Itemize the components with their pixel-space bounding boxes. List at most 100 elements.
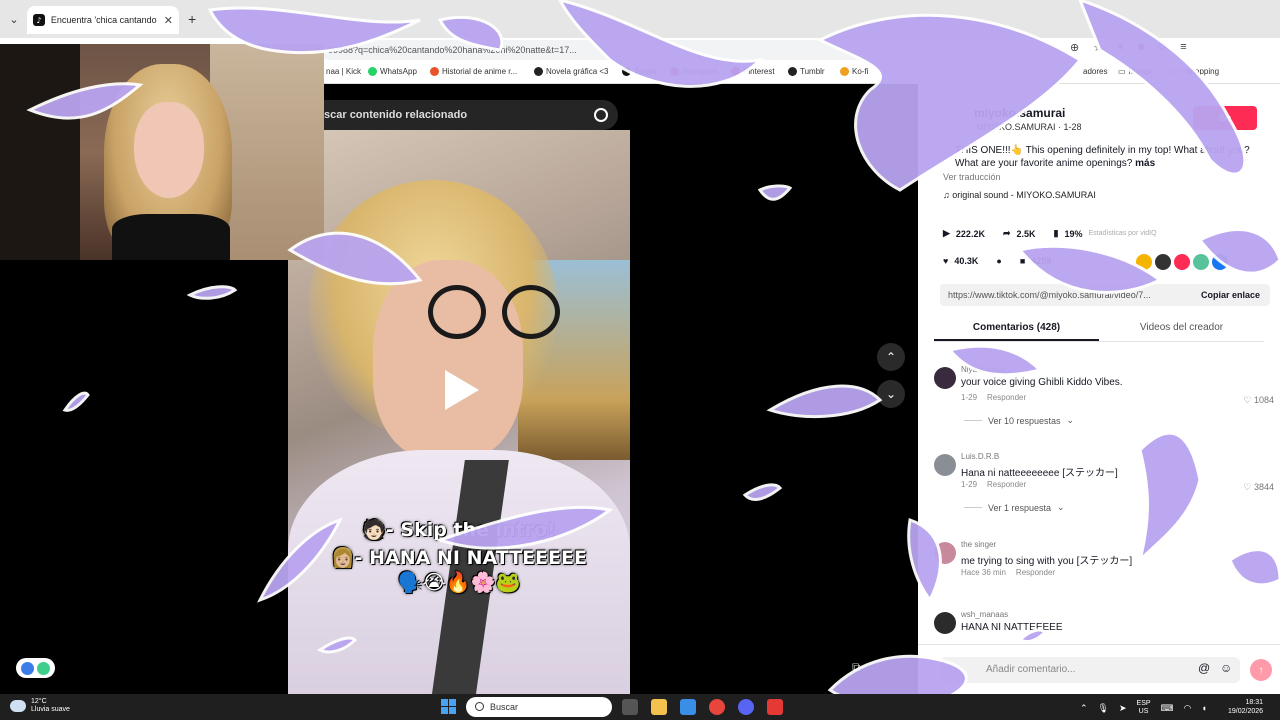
comment-likes[interactable]: ♡ 3844 (1243, 482, 1274, 493)
report-icon[interactable]: ⧉ (852, 660, 861, 675)
system-tray: ⌃ 🎙 ➤ ESP US ⌨ ◠ ◖ (1080, 700, 1207, 716)
extension-blue-icon[interactable] (20, 661, 34, 675)
new-tab-icon[interactable]: + (188, 11, 196, 27)
chevron-up-icon[interactable]: ⌃ (1080, 703, 1088, 714)
menu-icon[interactable]: ≡ (1180, 41, 1186, 54)
bookmark-kofi[interactable]: Ko-fi (840, 67, 868, 76)
saves-stat[interactable]: ■ 4259 (1020, 256, 1051, 266)
bookmark-novela[interactable]: Novela gráfica <3 (534, 67, 608, 76)
play-icon[interactable] (445, 370, 479, 410)
emoji-icon[interactable]: ☺ (1220, 661, 1232, 675)
bookmark-whatsapp[interactable]: WhatsApp (368, 67, 417, 76)
bookmark-folder[interactable]: adores (1083, 67, 1107, 76)
video-player[interactable]: 🧑🏻- Skip the intro! 👩🏼- HANA NI NATTEEEE… (288, 130, 630, 694)
keyboard-icon[interactable]: ⌨ (1161, 703, 1174, 714)
bookmark-manga[interactable]: ▭ Manga (1118, 67, 1153, 76)
sound-link[interactable]: ♫ original sound - MIYOKO.SAMURAI (943, 190, 1096, 200)
extension-icon[interactable]: ● (1117, 41, 1124, 54)
comment-meta: Hace 36 min Responder (961, 568, 1056, 577)
tab-creator-videos[interactable]: Videos del creador (1099, 316, 1264, 341)
location-icon[interactable]: ➤ (1119, 703, 1127, 714)
browser-tab[interactable]: ♪ Encuentra 'chica cantando hana ✕ (27, 6, 179, 34)
author-name[interactable]: miyoko.samurai (974, 106, 1065, 120)
reply-link[interactable]: Responder (987, 393, 1026, 402)
close-icon[interactable]: ✕ (164, 14, 173, 27)
weather-widget[interactable]: 12°C Lluvia suave (10, 698, 70, 714)
streamer-shirt (112, 214, 230, 260)
heart-outline-icon[interactable]: ♡ (1243, 482, 1254, 492)
send-icon[interactable] (1174, 254, 1190, 270)
bookmark-kick[interactable]: naa | Kick (326, 67, 361, 76)
star-icon[interactable]: ☆ (1093, 41, 1103, 54)
task-view-icon[interactable] (622, 699, 638, 715)
follow-button[interactable]: Se (1193, 106, 1257, 130)
video-link[interactable]: https://www.tiktok.com/@miyoko.samurai/v… (940, 290, 1191, 300)
comment-user[interactable]: Niya Koroko (961, 365, 1005, 374)
whatsapp-share-icon[interactable] (1193, 254, 1209, 270)
comment-item: Niya Koroko your voice giving Ghibli Kid… (934, 365, 1274, 435)
heart-icon[interactable]: ♥ (943, 256, 948, 266)
view-replies-link[interactable]: Ver 1 respuesta ⌄ (964, 502, 1065, 513)
wifi-icon[interactable]: ◠ (1184, 703, 1192, 714)
extension-icon[interactable]: ■ (1138, 41, 1145, 54)
reply-link[interactable]: Responder (1016, 568, 1055, 577)
tab-comments[interactable]: Comentarios (428) (934, 316, 1099, 341)
tab-list-chevron-icon[interactable]: ⌄ (4, 9, 24, 29)
puzzle-icon[interactable]: ⧉ (1158, 41, 1166, 54)
more-link[interactable]: más (1135, 158, 1155, 169)
next-video-icon[interactable]: ⌄ (877, 380, 905, 408)
stats-link[interactable]: Estadísticas por vidIQ (1088, 230, 1156, 237)
related-search-bar[interactable]: scar contenido relacionado (300, 100, 618, 130)
chrome-icon[interactable] (709, 699, 725, 715)
comment-likes[interactable]: ♡ 1084 (1243, 395, 1274, 406)
avatar[interactable] (934, 367, 956, 389)
bookmark-anime[interactable]: Historial de anime r... (430, 67, 517, 76)
avatar[interactable] (934, 454, 956, 476)
send-arrow-icon[interactable]: ↑ (1250, 659, 1272, 681)
avatar[interactable] (934, 542, 956, 564)
bookmark-tumblr[interactable]: Tumblr (788, 67, 825, 76)
clock[interactable]: 18:31 19/02/2026 (1228, 698, 1263, 716)
comment-user[interactable]: the singer (961, 540, 996, 549)
app-icon[interactable] (767, 699, 783, 715)
taskbar-search[interactable]: Buscar (466, 697, 612, 717)
view-replies-link[interactable]: Ver 10 respuestas ⌄ (964, 415, 1074, 426)
repost-icon[interactable] (1136, 254, 1152, 270)
mention-icon[interactable]: @ (1198, 661, 1210, 675)
discord-icon[interactable] (738, 699, 754, 715)
bookmark-shopping[interactable]: ▭ ~Shopping (1170, 67, 1219, 76)
volume-icon[interactable]: ◖ (1201, 703, 1206, 713)
photos-icon[interactable] (680, 699, 696, 715)
bookmark-pinterest[interactable]: Pinterest (731, 67, 775, 76)
bookmark-icon[interactable]: ■ (1020, 256, 1025, 266)
extension-pill[interactable] (16, 658, 55, 678)
comments-stat[interactable]: ● (996, 256, 1001, 266)
translation-link[interactable]: Ver traducción (943, 172, 1001, 182)
comment-input[interactable]: Añadir comentario... (940, 657, 1240, 683)
comment-icon[interactable]: ● (996, 256, 1001, 266)
language-indicator[interactable]: ESP US (1137, 700, 1151, 716)
windows-start-icon[interactable] (441, 699, 456, 714)
cloud-icon (10, 700, 26, 712)
related-search-input[interactable]: scar contenido relacionado (324, 109, 594, 121)
heart-outline-icon[interactable]: ♡ (1243, 395, 1254, 405)
bookmark-twitter[interactable]: Twitter (622, 67, 658, 76)
bar-chart-icon: ▮ (1053, 228, 1059, 238)
microphone-icon[interactable]: 🎙 (1098, 703, 1109, 714)
embed-icon[interactable] (1155, 254, 1171, 270)
search-icon[interactable] (594, 108, 608, 122)
extension-green-icon[interactable] (37, 661, 51, 675)
file-explorer-icon[interactable] (651, 699, 667, 715)
reply-link[interactable]: Responder (987, 480, 1026, 489)
likes-stat[interactable]: ♥ 40.3K (943, 256, 978, 266)
comment-user[interactable]: wsh_manaas (961, 610, 1008, 619)
bookmark-instagram[interactable]: Instagram (670, 67, 718, 76)
previous-video-icon[interactable]: ⌃ (877, 343, 905, 371)
copy-link-button[interactable]: Copiar enlace (1191, 290, 1270, 300)
zoom-icon[interactable]: ⊕ (1070, 41, 1079, 54)
comment-user[interactable]: Luis.D.R.B (961, 452, 999, 461)
facebook-icon[interactable] (1212, 254, 1228, 270)
video-description: THIS ONE!!!👆 This opening definitely in … (955, 144, 1255, 170)
url-field[interactable]: 99988?q=chica%20cantando%20hana%20ni%20n… (320, 40, 880, 60)
avatar[interactable] (934, 612, 956, 634)
